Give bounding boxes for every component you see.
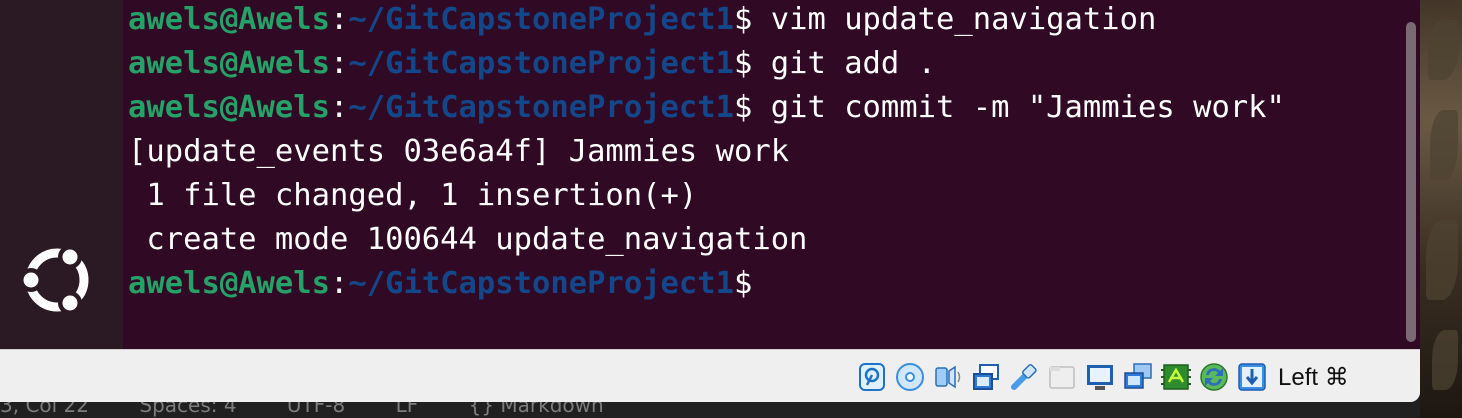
prompt-dollar: $ [734,90,753,125]
terminal-command: vim update_navigation [752,2,1157,37]
terminal-prompt-line: awels@Awels:~/GitCapstoneProject1$ vim u… [128,0,1285,42]
terminal-output-line: 1 file changed, 1 insertion(+) [128,174,1285,218]
terminal-prompt-line: awels@Awels:~/GitCapstoneProject1$ git a… [128,42,1285,86]
cpu-activity-icon[interactable] [1160,362,1191,393]
terminal-window[interactable]: awels@Awels:~/GitCapstoneProject1$ vim u… [123,0,1420,349]
screen: 3, Col 22 Spaces: 4 UTF-8 LF {} Markdown… [0,0,1462,418]
terminal-output: awels@Awels:~/GitCapstoneProject1$ vim u… [128,0,1285,306]
optical-disk-icon[interactable] [894,362,925,393]
prompt-user: awels@Awels [128,2,330,37]
terminal-output-text: 1 file changed, 1 insertion(+) [128,178,698,213]
guest-additions-icon[interactable] [1198,362,1229,393]
prompt-colon: : [330,2,349,37]
prompt-dollar: $ [734,2,753,37]
prompt-colon: : [330,46,349,81]
ubuntu-dock [0,0,123,349]
vbox-status-icons: Left ⌘ [856,360,1349,394]
prompt-colon: : [330,90,349,125]
prompt-dollar: $ [734,266,753,301]
usb-icon[interactable] [1008,362,1039,393]
prompt-dollar: $ [734,46,753,81]
terminal-prompt-line: awels@Awels:~/GitCapstoneProject1$ [128,262,1285,306]
terminal-output-text: [update_events 03e6a4f] Jammies work [128,134,790,169]
mouse-integration-icon[interactable] [1236,362,1267,393]
prompt-user: awels@Awels [128,266,330,301]
terminal-output-text: create mode 100644 update_navigation [128,222,808,257]
shared-folders-icon[interactable] [1046,362,1077,393]
virtualbox-status-bar: Left ⌘ [0,349,1420,402]
prompt-colon: : [330,266,349,301]
terminal-scrollbar[interactable] [1406,22,1416,342]
terminal-output-line: [update_events 03e6a4f] Jammies work [128,130,1285,174]
video-capture-icon[interactable] [1122,362,1153,393]
hard-disk-icon[interactable] [856,362,887,393]
prompt-user: awels@Awels [128,46,330,81]
host-key-label: Left ⌘ [1278,363,1349,391]
prompt-path: ~/GitCapstoneProject1 [348,266,734,301]
audio-icon[interactable] [932,362,963,393]
terminal-prompt-line: awels@Awels:~/GitCapstoneProject1$ git c… [128,86,1285,130]
prompt-path: ~/GitCapstoneProject1 [348,90,734,125]
display-icon[interactable] [1084,362,1115,393]
virtualbox-vm-window: awels@Awels:~/GitCapstoneProject1$ vim u… [0,0,1420,402]
terminal-command: git add . [752,46,937,81]
network-icon[interactable] [970,362,1001,393]
prompt-path: ~/GitCapstoneProject1 [348,46,734,81]
prompt-path: ~/GitCapstoneProject1 [348,2,734,37]
terminal-output-line: create mode 100644 update_navigation [128,218,1285,262]
show-apps-icon[interactable] [19,242,95,318]
prompt-user: awels@Awels [128,90,330,125]
terminal-command: git commit -m "Jammies work" [752,90,1285,125]
